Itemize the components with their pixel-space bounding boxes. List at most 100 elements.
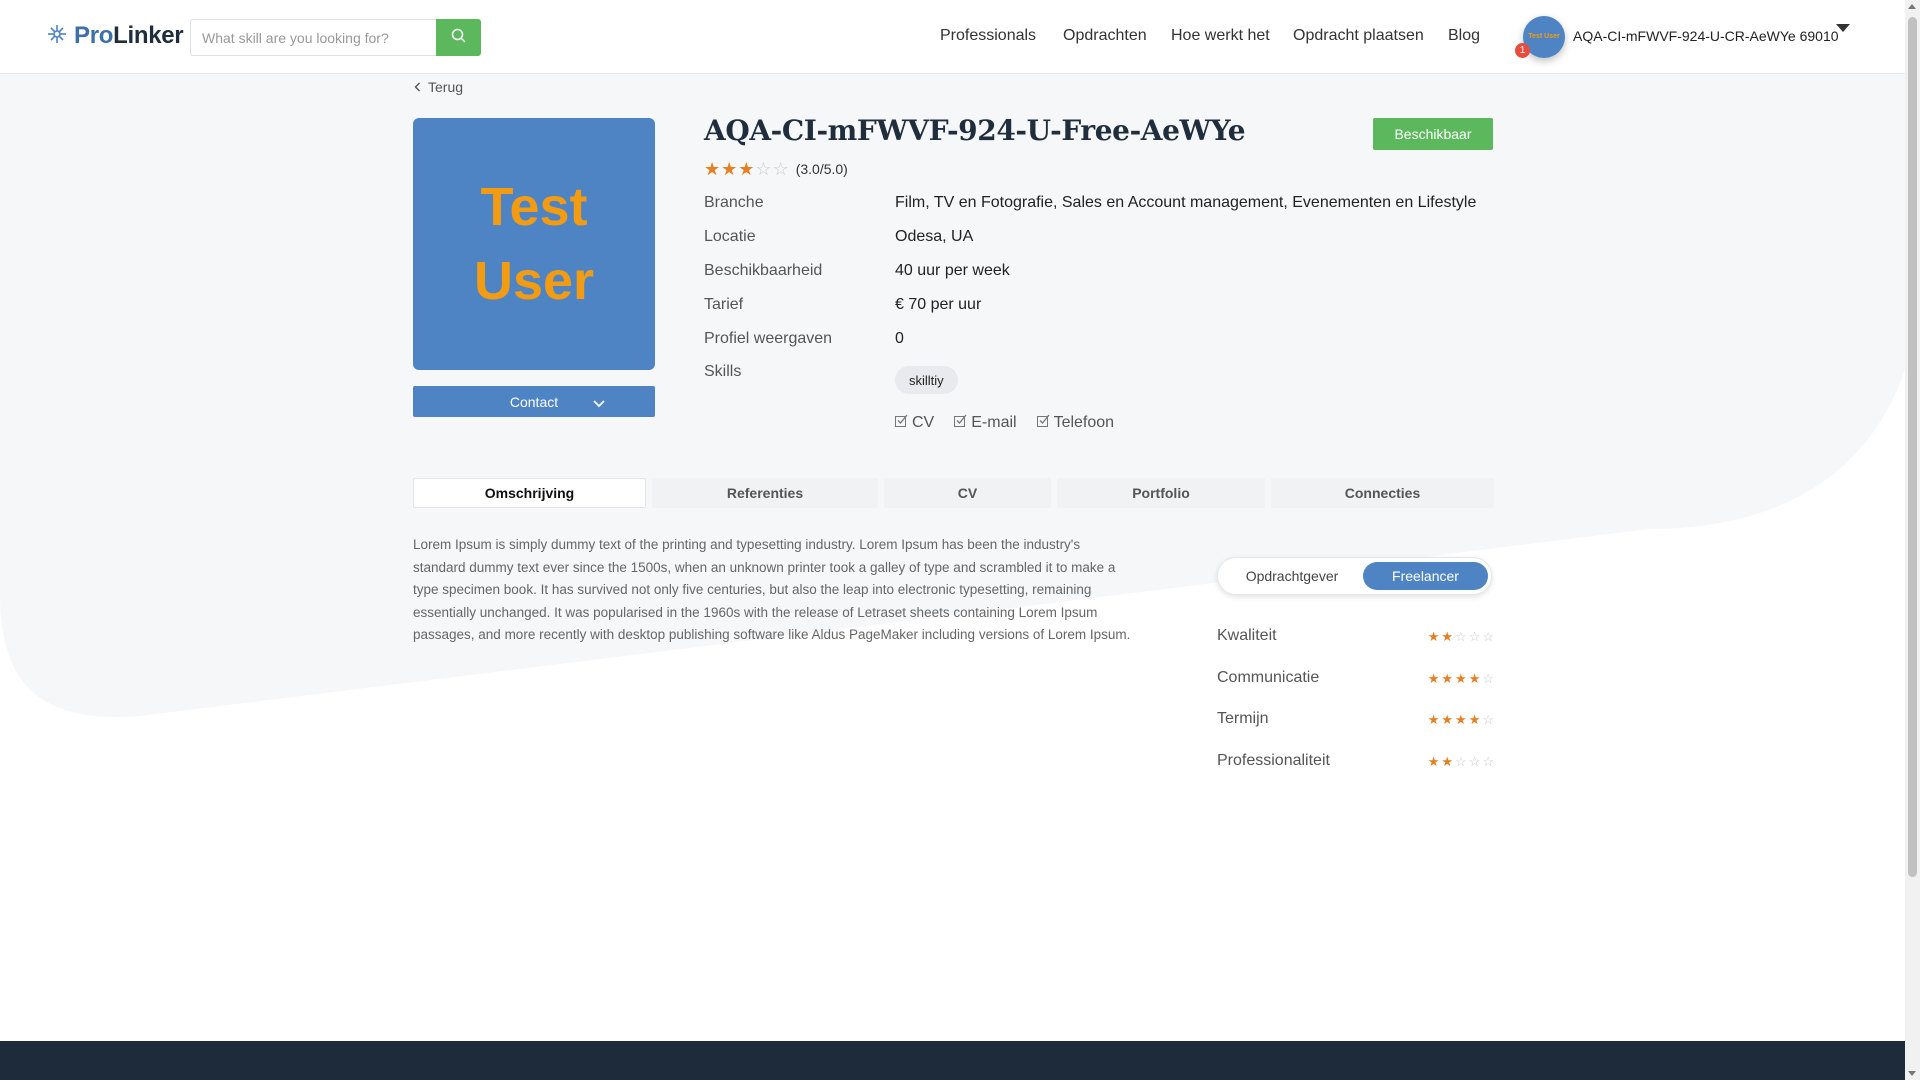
criterion-communicatie: Communicatie ★ ★ ★ ★ ☆ [1217, 669, 1494, 691]
info-value-beschikbaarheid: 40 uur per week [895, 262, 1010, 279]
checkbox-checked-icon [1036, 414, 1050, 432]
star-filled-icon: ★ [1441, 712, 1454, 727]
profile-image: Test User [413, 118, 655, 370]
top-header: ProLinker What skill are you looking for… [0, 0, 1905, 74]
logo-pro: Pro [74, 22, 114, 49]
page-footer [0, 1041, 1905, 1080]
star-filled-icon: ★ [1427, 712, 1440, 727]
search-icon [451, 28, 466, 48]
profile-tabs: Omschrijving Referenties CV Portfolio Co… [413, 478, 1494, 508]
info-label-locatie: Locatie [704, 228, 756, 245]
user-menu-caret-icon[interactable] [1836, 24, 1850, 32]
document-label-email: E-mail [971, 414, 1017, 431]
tab-referenties[interactable]: Referenties [652, 478, 878, 508]
star-empty-icon: ☆ [1482, 712, 1494, 727]
vertical-scrollbar[interactable] [1905, 0, 1920, 1080]
criterion-kwaliteit: Kwaliteit ★ ★ ☆ ☆ ☆ [1217, 627, 1494, 649]
scroll-up-arrow-icon[interactable] [1908, 4, 1916, 9]
chevron-left-icon [414, 79, 421, 95]
star-empty-icon: ☆ [1482, 754, 1494, 769]
checkbox-checked-icon [895, 414, 908, 432]
star-empty-icon: ☆ [1468, 754, 1481, 769]
document-label-cv: CV [912, 414, 935, 431]
star-empty-icon: ☆ [1455, 629, 1467, 644]
criterion-stars: ★ ★ ★ ★ ☆ [1426, 672, 1494, 685]
star-empty-icon: ☆ [1455, 754, 1467, 769]
criterion-label: Professionaliteit [1217, 752, 1330, 769]
nav-opdrachten[interactable]: Opdrachten [1063, 27, 1147, 45]
star-filled-icon: ★ [704, 159, 721, 179]
tab-cv[interactable]: CV [884, 478, 1051, 508]
profile-description: Lorem Ipsum is simply dummy text of the … [413, 537, 1131, 642]
document-item-email: E-mail [954, 414, 1017, 432]
nav-professionals[interactable]: Professionals [940, 27, 1036, 45]
info-label-profiel-weergaven: Profiel weergaven [704, 330, 833, 347]
review-type-toggle: Opdrachtgever Freelancer [1217, 557, 1492, 595]
chevron-down-icon [593, 395, 605, 411]
nav-hoe-werkt-het[interactable]: Hoe werkt het [1171, 27, 1270, 45]
nav-opdracht-plaatsen[interactable]: Opdracht plaatsen [1293, 27, 1424, 45]
star-filled-icon: ★ [1441, 629, 1454, 644]
info-label-beschikbaarheid: Beschikbaarheid [704, 262, 823, 279]
nav-blog[interactable]: Blog [1448, 27, 1480, 45]
star-empty-icon: ☆ [1468, 629, 1481, 644]
info-value-profiel-weergaven: 0 [895, 330, 904, 347]
user-name[interactable]: AQA-CI-mFWVF-924-U-CR-AeWYe 69010 [1573, 28, 1839, 44]
criterion-stars: ★ ★ ★ ★ ☆ [1426, 713, 1494, 726]
profile-image-text-2: User [473, 251, 595, 311]
criterion-stars: ★ ★ ☆ ☆ ☆ [1426, 630, 1494, 643]
back-label: Terug [428, 79, 464, 95]
star-empty-icon: ☆ [755, 159, 772, 179]
document-label-telefoon: Telefoon [1053, 414, 1115, 431]
contact-label: Contact [509, 393, 559, 410]
star-empty-icon: ☆ [1482, 629, 1494, 644]
star-filled-icon: ★ [721, 159, 738, 179]
scroll-down-arrow-icon[interactable] [1908, 1071, 1916, 1076]
rating-score: (3.0/5.0) [795, 161, 848, 177]
info-value-branche: Film, TV en Fotografie, Sales en Account… [895, 194, 1477, 211]
logo-network-icon [46, 23, 68, 50]
back-link[interactable]: Terug [414, 79, 463, 95]
contact-button[interactable]: Contact [413, 386, 655, 417]
document-item-telefoon: Telefoon [1036, 414, 1115, 432]
tab-omschrijving[interactable]: Omschrijving [413, 478, 646, 508]
star-empty-icon: ☆ [1482, 671, 1494, 686]
star-filled-icon: ★ [1427, 754, 1440, 769]
info-label-tarief: Tarief [704, 296, 744, 313]
toggle-freelancer[interactable]: Freelancer [1363, 562, 1488, 590]
info-value-tarief: € 70 per uur [895, 296, 982, 313]
availability-status-button[interactable]: Beschikbaar [1373, 118, 1493, 150]
star-filled-icon: ★ [1468, 712, 1481, 727]
info-value-locatie: Odesa, UA [895, 228, 974, 245]
star-filled-icon: ★ [1427, 671, 1440, 686]
criterion-termijn: Termijn ★ ★ ★ ★ ☆ [1217, 710, 1494, 732]
tab-connecties[interactable]: Connecties [1271, 478, 1494, 508]
star-filled-icon: ★ [1455, 712, 1467, 727]
star-filled-icon: ★ [1455, 671, 1467, 686]
profile-name: AQA-CI-mFWVF-924-U-Free-AeWYe [704, 114, 1246, 147]
search-button[interactable] [436, 19, 481, 56]
criterion-label: Termijn [1217, 710, 1269, 727]
criterion-stars: ★ ★ ☆ ☆ ☆ [1426, 755, 1494, 768]
search-input[interactable]: What skill are you looking for? [190, 19, 437, 56]
star-filled-icon: ★ [1427, 629, 1440, 644]
star-filled-icon: ★ [1441, 754, 1454, 769]
info-label-branche: Branche [704, 194, 764, 211]
star-filled-icon: ★ [1441, 671, 1454, 686]
checkbox-checked-icon [954, 414, 967, 432]
overall-rating: ★ ★ ★ ☆ ☆ (3.0/5.0) [704, 160, 848, 178]
criterion-label: Kwaliteit [1217, 627, 1277, 644]
tab-portfolio[interactable]: Portfolio [1057, 478, 1265, 508]
toggle-opdrachtgever[interactable]: Opdrachtgever [1222, 562, 1362, 590]
profile-image-text-1: Test [480, 177, 588, 237]
criterion-professionaliteit: Professionaliteit ★ ★ ☆ ☆ ☆ [1217, 752, 1494, 774]
notification-badge[interactable]: 1 [1515, 43, 1530, 58]
scrollbar-thumb[interactable] [1908, 17, 1917, 877]
prolinker-logo[interactable]: ProLinker [46, 22, 184, 50]
logo-linker: Linker [113, 22, 184, 49]
document-checklist: CV E-mail Telefoon [895, 414, 1114, 432]
skill-tag: skilltiy [895, 366, 958, 394]
criterion-label: Communicatie [1217, 669, 1320, 686]
info-label-skills: Skills [704, 363, 742, 380]
search-placeholder: What skill are you looking for? [202, 29, 389, 46]
